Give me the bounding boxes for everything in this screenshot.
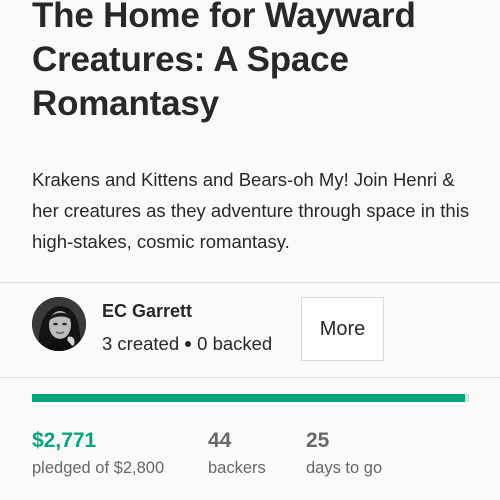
project-title: The Home for Wayward Creatures: A Space … (32, 0, 416, 123)
backers-stat: 44 backers (208, 428, 266, 478)
pledged-label: pledged of $2,800 (32, 459, 165, 477)
pledged-stat: $2,771 pledged of $2,800 (32, 428, 164, 478)
backed-count: 0 backed (197, 333, 273, 354)
backers-label: backers (208, 459, 266, 477)
days-stat: 25 days to go (306, 428, 382, 478)
divider (0, 282, 500, 283)
avatar-portrait-image (32, 297, 86, 351)
bullet-separator (185, 340, 192, 347)
days-count: 25 (306, 429, 330, 452)
created-count: 3 created (102, 333, 180, 354)
creator-stats: 3 created 0 backed (102, 333, 272, 355)
funding-progress-bar (32, 394, 469, 402)
funding-progress-fill (32, 394, 465, 402)
pledged-amount: $2,771 (32, 429, 97, 452)
more-button[interactable]: More (301, 297, 384, 361)
creator-name-link[interactable]: EC Garrett (102, 301, 192, 322)
backers-count: 44 (208, 429, 232, 452)
project-blurb: Krakens and Kittens and Bears-oh My! Joi… (32, 169, 470, 252)
creator-avatar[interactable] (32, 297, 86, 351)
project-page: The Home for Wayward Creatures: A Space … (0, 0, 500, 500)
divider (0, 377, 500, 378)
days-label: days to go (306, 459, 383, 477)
